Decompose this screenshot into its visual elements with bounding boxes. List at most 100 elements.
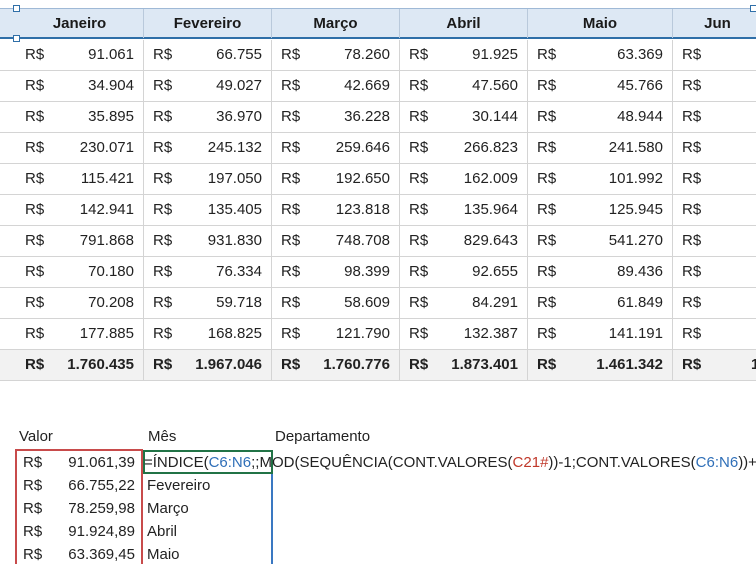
mes-cell[interactable]: Maio <box>147 544 180 566</box>
table-cell[interactable]: R$ <box>673 257 756 287</box>
currency-symbol: R$ <box>281 356 301 373</box>
table-cell[interactable]: R$ 1.760.776 <box>272 350 400 380</box>
table-cell[interactable]: R$ 541.270 <box>528 226 673 256</box>
table-cell[interactable]: R$ 1.461.342 <box>528 350 673 380</box>
table-cell[interactable]: R$ 791.868 <box>16 226 144 256</box>
table-cell[interactable]: R$ 34.904 <box>16 71 144 101</box>
currency-symbol: R$ <box>409 356 429 373</box>
table-cell[interactable]: R$ <box>673 40 756 70</box>
table-cell[interactable]: R$ <box>673 195 756 225</box>
selection-handle[interactable] <box>13 5 20 12</box>
table-cell[interactable]: R$ <box>673 133 756 163</box>
table-cell[interactable]: R$ <box>673 71 756 101</box>
table-cell[interactable]: R$ 76.334 <box>144 257 272 287</box>
table-cell[interactable]: R$ 123.818 <box>272 195 400 225</box>
currency-symbol: R$ <box>537 108 557 125</box>
mes-cell[interactable]: Fevereiro <box>147 475 210 497</box>
table-cell[interactable]: R$ 1.967.046 <box>144 350 272 380</box>
table-cell[interactable]: R$ <box>673 319 756 349</box>
table-cell[interactable]: R$ 1 <box>673 350 756 380</box>
currency-symbol: R$ <box>153 232 173 249</box>
table-cell[interactable]: R$ 58.609 <box>272 288 400 318</box>
table-cell[interactable]: R$ 84.291 <box>400 288 528 318</box>
table-cell[interactable]: R$ 66.755 <box>144 40 272 70</box>
table-cell[interactable]: R$ 135.405 <box>144 195 272 225</box>
table-cell[interactable]: R$ <box>673 102 756 132</box>
column-header[interactable]: Jun <box>673 9 756 38</box>
table-cell[interactable]: R$ 48.944 <box>528 102 673 132</box>
table-cell[interactable]: R$ 36.228 <box>272 102 400 132</box>
table-cell[interactable]: R$ 125.945 <box>528 195 673 225</box>
table-cell[interactable]: R$ 92.655 <box>400 257 528 287</box>
table-cell[interactable]: R$ 259.646 <box>272 133 400 163</box>
table-cell[interactable]: R$ <box>673 288 756 318</box>
column-header[interactable]: Maio <box>528 9 673 38</box>
table-cell[interactable]: R$ 197.050 <box>144 164 272 194</box>
cell-value: 1 <box>751 356 756 373</box>
table-cell[interactable]: R$ 192.650 <box>272 164 400 194</box>
table-cell[interactable]: R$ 142.941 <box>16 195 144 225</box>
table-cell[interactable]: R$ 30.144 <box>400 102 528 132</box>
table-cell[interactable]: R$ 177.885 <box>16 319 144 349</box>
column-header[interactable]: Fevereiro <box>144 9 272 38</box>
table-cell[interactable]: R$ 91.061 <box>16 40 144 70</box>
table-cell[interactable]: R$ <box>673 164 756 194</box>
label-mes: Mês <box>148 428 177 445</box>
table-cell[interactable]: R$ 47.560 <box>400 71 528 101</box>
table-cell[interactable]: R$ <box>673 226 756 256</box>
table-cell[interactable]: R$ 121.790 <box>272 319 400 349</box>
formula-part-3: ))-1;CONT.VALORES( <box>548 454 696 471</box>
table-cell[interactable]: R$ 1.873.401 <box>400 350 528 380</box>
table-cell[interactable]: R$ 141.191 <box>528 319 673 349</box>
table-cell[interactable]: R$ 49.027 <box>144 71 272 101</box>
cell-value: 48.944 <box>617 108 663 125</box>
table-cell[interactable]: R$ 266.823 <box>400 133 528 163</box>
table-cell[interactable]: R$ 1.760.435 <box>16 350 144 380</box>
table-cell[interactable]: R$ 63.369 <box>528 40 673 70</box>
table-cell[interactable]: R$ 931.830 <box>144 226 272 256</box>
table-cell[interactable]: R$ 61.849 <box>528 288 673 318</box>
currency-symbol: R$ <box>25 170 45 187</box>
table-cell[interactable]: R$ 245.132 <box>144 133 272 163</box>
table-cell[interactable]: R$ 230.071 <box>16 133 144 163</box>
table-cell[interactable]: R$ 42.669 <box>272 71 400 101</box>
table-cell[interactable]: R$ 241.580 <box>528 133 673 163</box>
table-cell[interactable]: R$ 36.970 <box>144 102 272 132</box>
cell-value: 241.580 <box>608 139 663 156</box>
column-header[interactable]: Janeiro <box>16 9 144 38</box>
formula-edit[interactable]: =ÍNDICE(C6:N6;;MOD(SEQUÊNCIA(CONT.VALORE… <box>144 452 756 474</box>
column-header[interactable]: Março <box>272 9 400 38</box>
currency-symbol: R$ <box>25 77 45 94</box>
table-cell[interactable]: R$ 89.436 <box>528 257 673 287</box>
selection-handle[interactable] <box>750 5 756 12</box>
cell-value: 47.560 <box>472 77 518 94</box>
cell-value: 36.228 <box>344 108 390 125</box>
table-cell[interactable]: R$ 91.925 <box>400 40 528 70</box>
table-cell[interactable]: R$ 135.964 <box>400 195 528 225</box>
label-valor: Valor <box>19 428 53 445</box>
table-cell[interactable]: R$ 98.399 <box>272 257 400 287</box>
table-cell[interactable]: R$ 59.718 <box>144 288 272 318</box>
mes-cell[interactable]: Abril <box>147 521 177 543</box>
table-cell[interactable]: R$ 748.708 <box>272 226 400 256</box>
mes-cell[interactable]: Março <box>147 498 189 520</box>
column-header[interactable]: Abril <box>400 9 528 38</box>
table-cell[interactable]: R$ 162.009 <box>400 164 528 194</box>
table-cell[interactable]: R$ 829.643 <box>400 226 528 256</box>
table-cell[interactable]: R$ 35.895 <box>16 102 144 132</box>
cell-value: 931.830 <box>207 232 262 249</box>
cell-value: 61.849 <box>617 294 663 311</box>
table-cell[interactable]: R$ 132.387 <box>400 319 528 349</box>
selection-handle[interactable] <box>13 35 20 42</box>
currency-symbol: R$ <box>537 325 557 342</box>
table-cell[interactable]: R$ 115.421 <box>16 164 144 194</box>
table-cell[interactable]: R$ 101.992 <box>528 164 673 194</box>
currency-symbol: R$ <box>409 263 429 280</box>
table-cell[interactable]: R$ 168.825 <box>144 319 272 349</box>
cell-value: 1.760.435 <box>67 356 134 373</box>
table-cell[interactable]: R$ 78.260 <box>272 40 400 70</box>
currency-symbol: R$ <box>409 108 429 125</box>
table-cell[interactable]: R$ 45.766 <box>528 71 673 101</box>
table-cell[interactable]: R$ 70.180 <box>16 257 144 287</box>
table-cell[interactable]: R$ 70.208 <box>16 288 144 318</box>
